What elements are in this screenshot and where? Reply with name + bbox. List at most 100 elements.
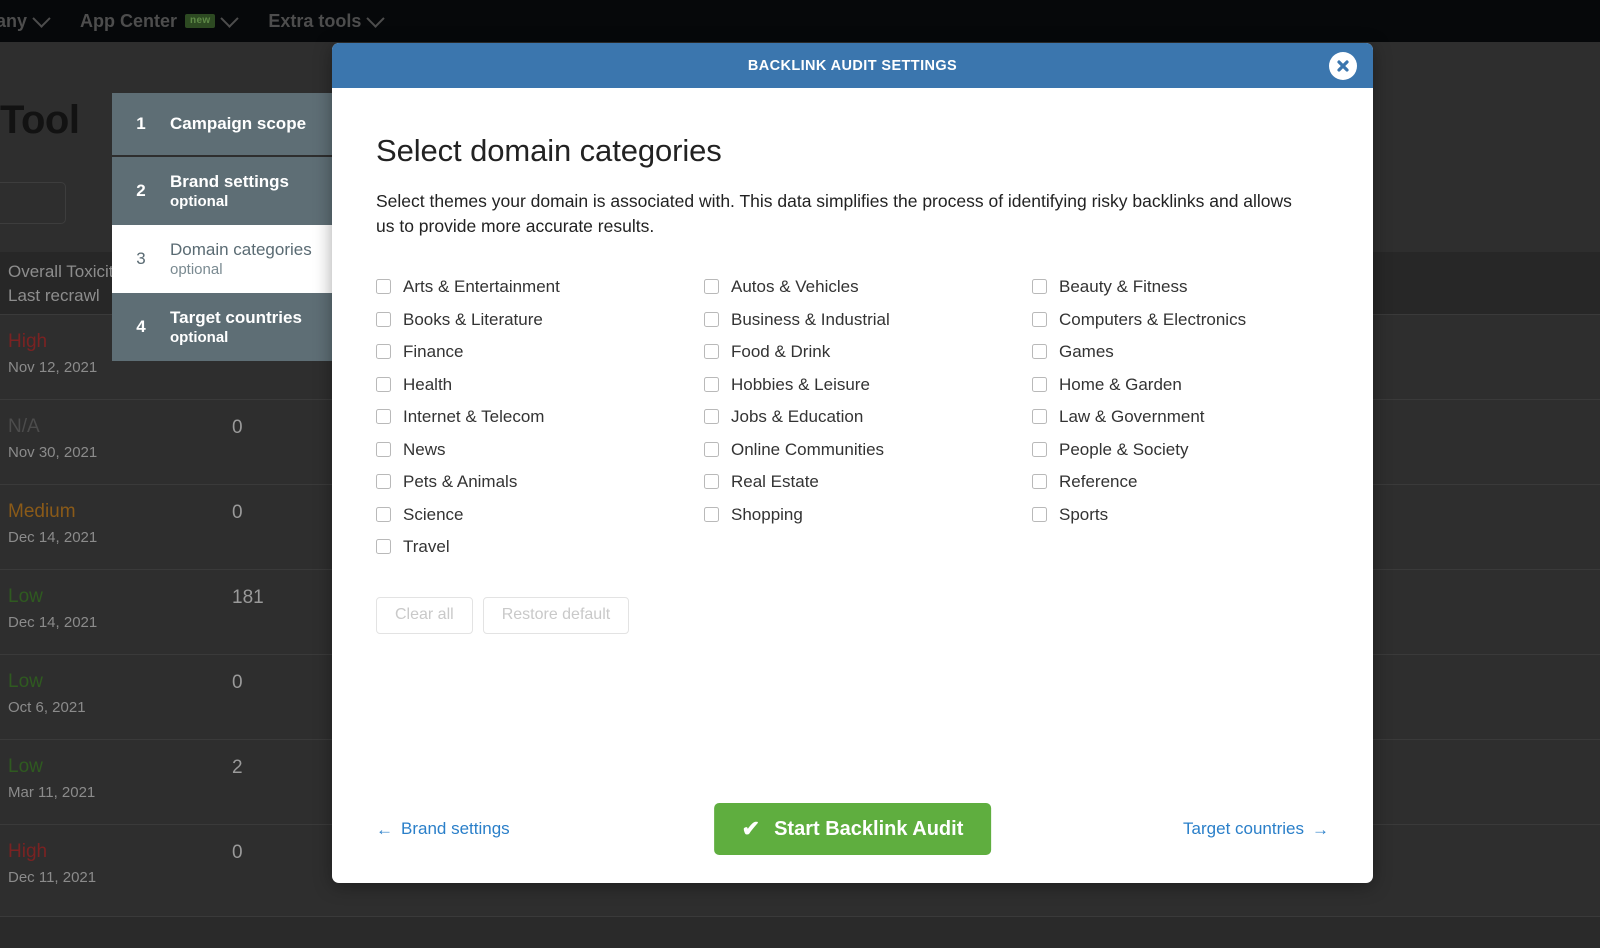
next-step-label: Target countries — [1183, 819, 1304, 838]
checkbox-icon[interactable] — [1032, 506, 1047, 522]
category-checkbox-item[interactable]: Online Communities — [704, 433, 1032, 466]
screen-root: any App Center new Extra tools Tool Overall… — [0, 0, 1600, 948]
step-label: Campaign scope — [170, 114, 307, 134]
nav-item-any[interactable]: any — [0, 8, 64, 32]
step-number: 3 — [136, 249, 146, 268]
checkbox-icon[interactable] — [1032, 311, 1047, 327]
category-label: Pets & Animals — [403, 472, 518, 492]
category-checkbox-item[interactable]: Sports — [1032, 498, 1360, 531]
category-checkbox-item[interactable]: Hobbies & Leisure — [704, 368, 1032, 401]
wizard-step-domain-categories[interactable]: 3 Domain categories optional — [112, 225, 333, 293]
category-checkbox-item[interactable]: Finance — [376, 336, 704, 369]
category-checkbox-item[interactable]: Computers & Electronics — [1032, 303, 1360, 336]
category-column-2: Autos & Vehicles Business & Industrial Foo… — [704, 271, 1032, 564]
step-number: 4 — [136, 317, 146, 336]
checkbox-icon[interactable] — [704, 279, 719, 295]
modal-body: Select domain categories Select themes y… — [332, 88, 1373, 883]
checkbox-icon[interactable] — [704, 506, 719, 522]
modal-footer: ← Brand settings ✔ Start Backlink Audit … — [332, 775, 1373, 883]
category-checkbox-item[interactable]: Business & Industrial — [704, 303, 1032, 336]
step-number: 1 — [136, 114, 146, 133]
checkbox-icon[interactable] — [704, 474, 719, 490]
restore-default-button[interactable]: Restore default — [482, 597, 630, 635]
checkbox-icon[interactable] — [1032, 279, 1047, 295]
next-step-link[interactable]: Target countries → — [1183, 819, 1329, 839]
category-label: Sports — [1059, 504, 1109, 524]
category-checkbox-item[interactable]: Beauty & Fitness — [1032, 271, 1360, 304]
background-search-input[interactable] — [0, 182, 66, 224]
last-recrawl-date: Nov 30, 2021 — [8, 444, 98, 461]
step-sublabel: optional — [170, 192, 229, 210]
last-recrawl-date: Dec 14, 2021 — [8, 614, 98, 631]
category-checkbox-item[interactable]: Books & Literature — [376, 303, 704, 336]
category-checkbox-item[interactable]: People & Society — [1032, 433, 1360, 466]
category-label: Travel — [403, 537, 450, 557]
category-label: Books & Literature — [403, 309, 543, 329]
checkbox-icon[interactable] — [704, 409, 719, 425]
category-checkbox-item[interactable]: Health — [376, 368, 704, 401]
category-checkbox-item[interactable]: Pets & Animals — [376, 466, 704, 499]
category-checkbox-item[interactable]: Internet & Telecom — [376, 401, 704, 434]
category-checkbox-item[interactable]: Home & Garden — [1032, 368, 1360, 401]
category-checkbox-item[interactable]: Law & Government — [1032, 401, 1360, 434]
row-count-value: 2 — [232, 757, 243, 778]
checkbox-icon[interactable] — [1032, 409, 1047, 425]
checkbox-icon[interactable] — [704, 311, 719, 327]
checkbox-icon[interactable] — [1032, 344, 1047, 360]
step-labels: Campaign scope — [170, 113, 316, 134]
prev-step-link[interactable]: ← Brand settings — [376, 819, 510, 839]
category-checkbox-item[interactable]: Games — [1032, 336, 1360, 369]
category-label: Home & Garden — [1059, 374, 1182, 394]
wizard-step-campaign-scope[interactable]: 1 Campaign scope — [112, 93, 342, 155]
clear-all-button[interactable]: Clear all — [376, 597, 473, 635]
checkbox-icon[interactable] — [376, 311, 391, 327]
category-label: Jobs & Education — [731, 407, 864, 427]
wizard-step-brand-settings[interactable]: 2 Brand settings optional — [112, 157, 342, 225]
category-label: Health — [403, 374, 453, 394]
close-icon[interactable] — [1329, 51, 1357, 80]
checkbox-icon[interactable] — [1032, 376, 1047, 392]
category-checkbox-item[interactable]: Science — [376, 498, 704, 531]
chevron-down-icon — [32, 8, 51, 28]
prev-step-label: Brand settings — [401, 819, 510, 838]
checkbox-icon[interactable] — [376, 376, 391, 392]
category-checkbox-item[interactable]: Travel — [376, 531, 704, 564]
category-checkbox-item[interactable]: Shopping — [704, 498, 1032, 531]
checkbox-icon[interactable] — [704, 441, 719, 457]
nav-item-extra-tools[interactable]: Extra tools — [252, 8, 398, 32]
checkbox-icon[interactable] — [704, 344, 719, 360]
category-checkbox-item[interactable]: Arts & Entertainment — [376, 271, 704, 304]
category-checkbox-item[interactable]: Real Estate — [704, 466, 1032, 499]
checkbox-icon[interactable] — [376, 344, 391, 360]
checkbox-icon[interactable] — [376, 539, 391, 555]
status-badge: Low — [8, 586, 43, 607]
status-badge: High — [8, 841, 48, 862]
column-header-toxicity: Overall Toxicity — [8, 262, 122, 281]
category-checkbox-item[interactable]: Autos & Vehicles — [704, 271, 1032, 304]
checkbox-icon[interactable] — [376, 441, 391, 457]
category-label: Beauty & Fitness — [1059, 277, 1188, 297]
wizard-step-target-countries[interactable]: 4 Target countries optional — [112, 293, 342, 361]
category-checkbox-item[interactable]: Reference — [1032, 466, 1360, 499]
step-label: Domain categories — [170, 239, 312, 259]
checkbox-icon[interactable] — [376, 279, 391, 295]
category-column-1: Arts & Entertainment Books & Literature Fi… — [376, 271, 704, 564]
step-label: Brand settings — [170, 171, 290, 191]
nav-item-app-center[interactable]: App Center new — [64, 8, 252, 32]
checkbox-icon[interactable] — [376, 506, 391, 522]
category-checkbox-item[interactable]: Food & Drink — [704, 336, 1032, 369]
checkbox-icon[interactable] — [1032, 441, 1047, 457]
category-label: Real Estate — [731, 472, 819, 492]
category-checkbox-item[interactable]: News — [376, 433, 704, 466]
start-backlink-audit-button[interactable]: ✔ Start Backlink Audit — [713, 803, 992, 855]
checkbox-icon[interactable] — [376, 409, 391, 425]
checkbox-icon[interactable] — [1032, 474, 1047, 490]
category-checkbox-item[interactable]: Jobs & Education — [704, 401, 1032, 434]
status-badge: Low — [8, 756, 43, 777]
checkbox-icon[interactable] — [704, 376, 719, 392]
backlink-audit-settings-modal: BACKLINK AUDIT SETTINGS Select domain ca… — [332, 43, 1373, 883]
last-recrawl-date: Dec 14, 2021 — [8, 529, 98, 546]
step-label: Target countries — [170, 307, 302, 327]
status-badge: High — [8, 331, 48, 352]
checkbox-icon[interactable] — [376, 474, 391, 490]
